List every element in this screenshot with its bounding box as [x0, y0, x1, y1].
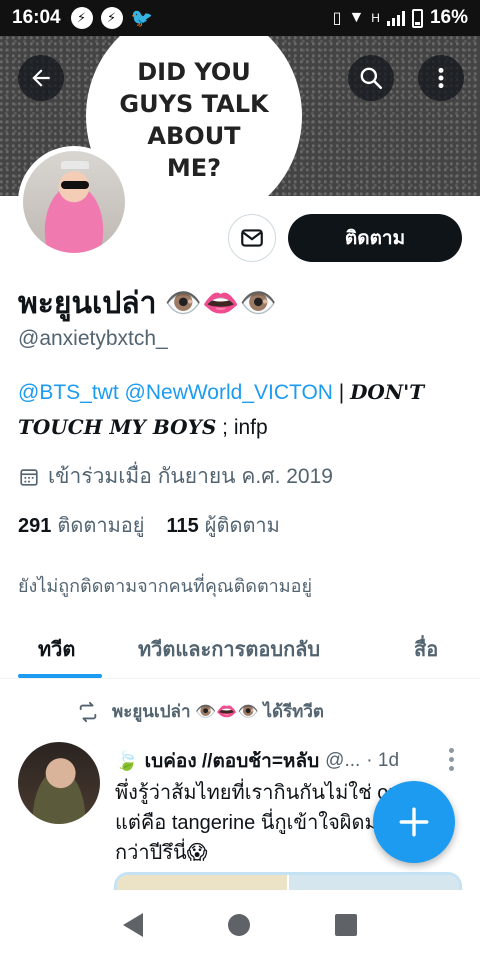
signal-icon: [386, 10, 405, 26]
tweet-header: 🍃 เบค่อง //ตอบช้า=หลับ @... · 1d: [115, 746, 399, 776]
nav-recents-icon[interactable]: [335, 914, 358, 936]
wifi-icon: ▼: [348, 9, 365, 26]
tweet-author-avatar[interactable]: [18, 742, 100, 824]
tweet-author-handle: @...: [325, 750, 361, 771]
banner-text-line: ME?: [166, 154, 222, 182]
profile-avatar[interactable]: [18, 146, 130, 258]
calendar-icon: [20, 468, 38, 486]
display-name: พะยูนเปล่า 👁️👄👁️: [18, 287, 277, 320]
retweet-context: พะยูนเปล่า 👁️👄👁️ ได้รีทวีต: [76, 698, 324, 725]
notification-icons: ⚡ ⚡ 🐦: [70, 7, 154, 29]
more-options-button[interactable]: [418, 55, 464, 101]
followers-label: ผู้ติดตาม: [204, 515, 280, 537]
bio-mention-bts[interactable]: @BTS_twt: [18, 381, 119, 404]
tweet-time: · 1d: [366, 750, 400, 771]
avatar-glasses: [61, 181, 89, 189]
bio-bold-text: TOUCH MY BOYS: [18, 415, 217, 439]
tab-tweets[interactable]: ทวีต: [38, 633, 75, 665]
more-vertical-icon: [438, 67, 444, 89]
status-time: 16:04: [12, 7, 61, 28]
banner-text-line: GUYS TALK: [119, 90, 269, 118]
search-button[interactable]: [348, 55, 394, 101]
profile-handle: @anxietybxtch_: [18, 327, 168, 350]
android-nav-bar: [0, 890, 480, 960]
bio-bold-text: DON'T: [350, 380, 425, 404]
following-stat[interactable]: 291 ติดตามอยู่: [18, 509, 144, 541]
messenger-icon: ⚡: [70, 7, 93, 29]
following-label: ติดตามอยู่: [57, 515, 145, 537]
followers-count: 115: [166, 515, 199, 537]
message-button[interactable]: [228, 214, 276, 262]
tab-media[interactable]: สื่อ: [414, 633, 438, 665]
more-dot: [448, 766, 454, 771]
compose-tweet-button[interactable]: [373, 781, 455, 863]
network-type: H: [371, 11, 380, 25]
more-dot: [448, 757, 454, 762]
followers-stat[interactable]: 115 ผู้ติดตาม: [166, 509, 279, 541]
banner-text: DID YOU GUYS TALK ABOUT ME?: [100, 56, 288, 184]
tab-tweets-and-replies[interactable]: ทวีตและการตอบกลับ: [138, 633, 320, 665]
profile-tabs: ทวีต ทวีตและการตอบกลับ สื่อ: [0, 617, 480, 679]
tweet-author-name[interactable]: เบค่อง //ตอบช้า=หลับ: [145, 746, 320, 776]
status-bar: 16:04 ⚡ ⚡ 🐦 ▯ ▼ H 16%: [0, 0, 480, 36]
author-leaf-icon: 🍃: [115, 751, 139, 772]
not-followed-notice: ยังไม่ถูกติดตามจากคนที่คุณติดตามอยู่: [18, 576, 312, 596]
system-icons: ▯ ▼ H 16%: [333, 7, 468, 29]
battery-icon: [411, 8, 423, 28]
plus-icon: [399, 807, 429, 837]
follow-button[interactable]: ติดตาม: [288, 214, 462, 262]
battery-percent: 16%: [429, 7, 468, 28]
tweet-more-button[interactable]: [446, 748, 456, 774]
more-dot: [448, 748, 454, 753]
retweet-text[interactable]: พะยูนเปล่า 👁️👄👁️ ได้รีทวีต: [112, 698, 324, 725]
arrow-left-icon: [32, 69, 50, 87]
joined-text: เข้าร่วมเมื่อ กันยายน ค.ศ. 2019: [48, 465, 333, 488]
bio-mention-victon[interactable]: @NewWorld_VICTON: [125, 381, 333, 404]
following-count: 291: [18, 515, 52, 537]
joined-date: เข้าร่วมเมื่อ กันยายน ค.ศ. 2019: [18, 460, 333, 493]
back-button[interactable]: [18, 55, 64, 101]
messenger-icon: ⚡: [100, 7, 123, 29]
vibrate-icon: ▯: [332, 10, 342, 27]
banner-text-line: ABOUT: [147, 122, 241, 150]
bio-separator: |: [332, 381, 351, 404]
profile-bio: @BTS_twt @NewWorld_VICTON | DON'T TOUCH …: [18, 375, 468, 445]
retweet-icon: [79, 701, 97, 722]
follow-stats: 291 ติดตามอยู่ 115 ผู้ติดตาม: [18, 509, 280, 541]
tweet-media[interactable]: [114, 872, 462, 892]
twitter-icon: 🐦: [130, 7, 154, 28]
avatar-tiara: [61, 161, 89, 169]
active-tab-indicator: [18, 674, 102, 678]
banner-text-line: DID YOU: [137, 58, 251, 86]
search-icon: [360, 67, 383, 90]
bio-suffix: ; infp: [216, 416, 268, 439]
nav-back-icon[interactable]: [122, 913, 143, 937]
nav-home-icon[interactable]: [227, 914, 250, 936]
envelope-icon: [241, 229, 263, 247]
